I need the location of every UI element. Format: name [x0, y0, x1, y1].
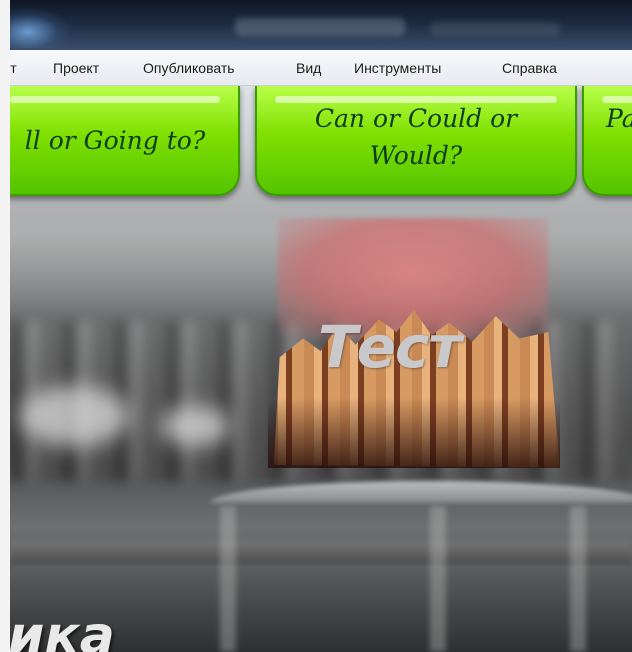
test-image-button[interactable]: Тест: [268, 218, 560, 468]
background-pillar: [430, 506, 446, 652]
test-title: Тест: [318, 313, 462, 381]
window-title-bar: [10, 0, 632, 50]
tab-will-or-going-to[interactable]: ll or Going to?: [10, 86, 240, 196]
blurred-window-title: [235, 18, 405, 36]
background-bridge-deck: [10, 541, 632, 565]
menu-item-tools[interactable]: Инструменты: [354, 60, 441, 76]
tab-label-line: Would?: [369, 141, 463, 170]
menu-item-project[interactable]: Проект: [53, 60, 99, 76]
tab-can-could-would[interactable]: Can or Could or Would?: [255, 86, 577, 196]
blurred-window-title-secondary: [430, 22, 560, 36]
menu-item-publish[interactable]: Опубликовать: [143, 60, 235, 76]
tab-label: Pa: [606, 104, 632, 133]
tab-label: ll or Going to?: [24, 126, 206, 155]
menu-bar: кт Проект Опубликовать Вид Инструменты С…: [4, 50, 632, 86]
slide-title-partial: ика: [10, 606, 115, 652]
menu-item-view[interactable]: Вид: [296, 60, 321, 76]
menu-item-help[interactable]: Справка: [502, 60, 557, 76]
tab-label-line: Can or Could or: [314, 104, 518, 133]
tab-partial-right[interactable]: Pa: [582, 86, 632, 196]
background-bridge: [210, 481, 632, 503]
tab-label: Can or Could or Would?: [257, 100, 575, 174]
background-highlight: [160, 406, 230, 446]
background-highlight: [20, 386, 130, 446]
test-image-shade: [268, 398, 560, 468]
app-icon-glow: [10, 8, 70, 48]
background-pillar: [220, 506, 236, 652]
presentation-slide: ll or Going to? Can or Could or Would? P…: [10, 86, 632, 652]
background-pillar: [570, 506, 586, 652]
window-left-border: [0, 0, 10, 652]
